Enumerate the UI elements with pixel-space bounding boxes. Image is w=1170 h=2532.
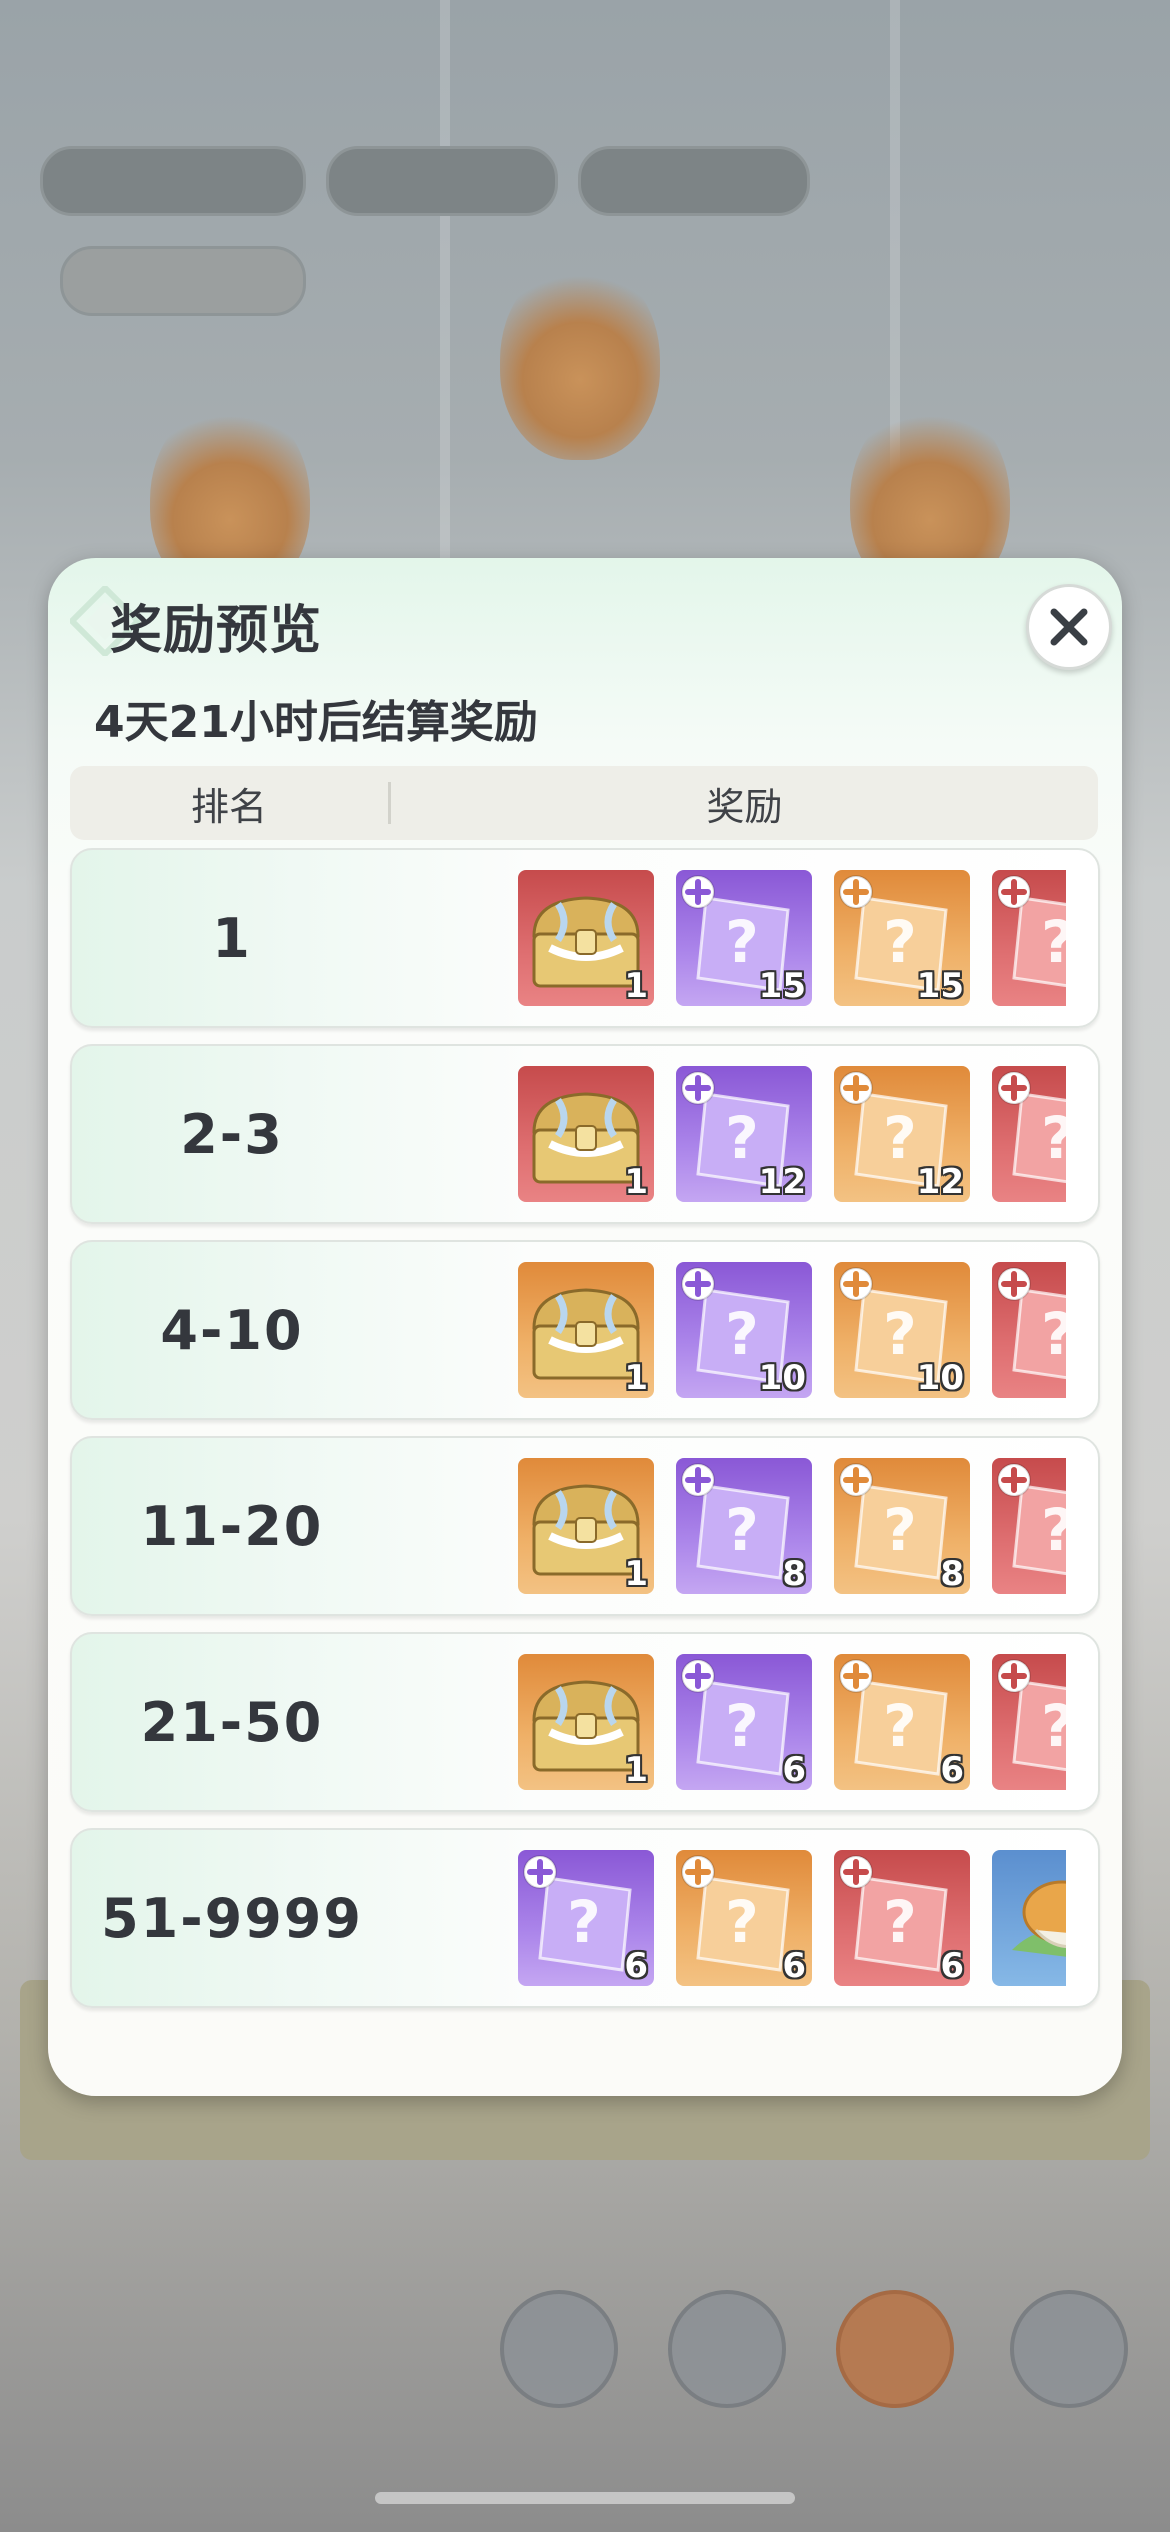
item-quantity: 6: [940, 1750, 964, 1790]
mystery-book-icon[interactable]: ?: [992, 1458, 1066, 1594]
item-quantity: 6: [782, 1946, 806, 1986]
svg-text:?: ?: [883, 1300, 917, 1368]
rank-range-label: 4-10: [160, 1298, 304, 1362]
mystery-book-icon[interactable]: ?: [992, 1654, 1066, 1790]
table-header: 排名 奖励: [70, 766, 1098, 840]
mystery-book-icon[interactable]: ? 6: [676, 1654, 812, 1790]
item-quantity: 15: [758, 966, 806, 1006]
svg-text:?: ?: [725, 1104, 759, 1172]
item-quantity: 12: [758, 1162, 806, 1202]
svg-text:?: ?: [1041, 1496, 1066, 1564]
svg-text:?: ?: [725, 1300, 759, 1368]
rank-range-label: 21-50: [140, 1690, 324, 1754]
item-quantity: 8: [782, 1554, 806, 1594]
reward-row: 4-10 1 ? 10 ? 10 ?: [70, 1240, 1100, 1420]
svg-text:?: ?: [1041, 1692, 1066, 1760]
item-quantity: 6: [782, 1750, 806, 1790]
background-resource-pill: [326, 146, 558, 216]
item-quantity: 10: [916, 1358, 964, 1398]
background-nav-button: [500, 2290, 618, 2408]
reward-row: 1 1 ? 15 ? 15 ?: [70, 848, 1100, 1028]
treasure-chest-icon[interactable]: 1: [518, 1262, 654, 1398]
svg-text:?: ?: [883, 1104, 917, 1172]
mystery-book-icon[interactable]: ? 6: [834, 1850, 970, 1986]
mystery-book-icon[interactable]: ? 12: [834, 1066, 970, 1202]
item-quantity: 1: [624, 966, 648, 1006]
reward-row: 11-20 1 ? 8 ? 8 ?: [70, 1436, 1100, 1616]
svg-text:?: ?: [1041, 908, 1066, 976]
reward-items-strip[interactable]: 1 ? 12 ? 12 ?: [518, 1066, 1066, 1204]
dialog-title: 奖励预览: [110, 601, 323, 661]
reward-row: 2-3 1 ? 12 ? 12 ?: [70, 1044, 1100, 1224]
close-button[interactable]: [1026, 584, 1112, 670]
treasure-chest-icon[interactable]: 1: [518, 1654, 654, 1790]
svg-text:?: ?: [1041, 1104, 1066, 1172]
background-resource-pill: [40, 146, 306, 216]
svg-text:?: ?: [883, 1692, 917, 1760]
reward-items-strip[interactable]: 1 ? 8 ? 8 ?: [518, 1458, 1066, 1596]
reward-items-strip[interactable]: ? 6 ? 6 ? 6 5: [518, 1850, 1066, 1988]
svg-text:?: ?: [883, 1888, 917, 1956]
mystery-book-icon[interactable]: ? 6: [676, 1850, 812, 1986]
item-quantity: 15: [916, 966, 964, 1006]
background-nav-button: [668, 2290, 786, 2408]
item-quantity: 1: [624, 1554, 648, 1594]
background-label-pill: [60, 246, 306, 316]
reward-items-strip[interactable]: 1 ? 10 ? 10 ?: [518, 1262, 1066, 1400]
column-header-rank: 排名: [190, 784, 267, 829]
reward-preview-dialog: 奖励预览 4天21小时后结算奖励 排名 奖励 1 1 ? 15 ? 15 ? 2…: [48, 558, 1122, 2096]
rank-range-label: 11-20: [140, 1494, 324, 1558]
svg-text:?: ?: [725, 1888, 759, 1956]
svg-text:?: ?: [725, 908, 759, 976]
background-pillar: [440, 0, 450, 560]
background-resource-pill: [578, 146, 810, 216]
mystery-book-icon[interactable]: ? 6: [834, 1654, 970, 1790]
mystery-book-icon[interactable]: ?: [992, 1066, 1066, 1202]
flower-bud-icon[interactable]: 5: [992, 1850, 1066, 1986]
svg-text:?: ?: [1041, 1300, 1066, 1368]
reward-items-strip[interactable]: 1 ? 6 ? 6 ?: [518, 1654, 1066, 1792]
treasure-chest-icon[interactable]: 1: [518, 1066, 654, 1202]
svg-text:?: ?: [883, 908, 917, 976]
column-header-reward: 奖励: [706, 784, 783, 829]
item-quantity: 1: [624, 1750, 648, 1790]
mystery-book-icon[interactable]: ? 6: [518, 1850, 654, 1986]
item-quantity: 6: [624, 1946, 648, 1986]
rank-range-label: 2-3: [180, 1102, 284, 1166]
mystery-book-icon[interactable]: ? 15: [834, 870, 970, 1006]
treasure-chest-icon[interactable]: 1: [518, 1458, 654, 1594]
background-nav-button: [836, 2290, 954, 2408]
svg-text:?: ?: [725, 1692, 759, 1760]
reward-items-strip[interactable]: 1 ? 15 ? 15 ?: [518, 870, 1066, 1008]
item-quantity: 1: [624, 1162, 648, 1202]
mystery-book-icon[interactable]: ? 8: [676, 1458, 812, 1594]
home-indicator[interactable]: [375, 2492, 795, 2504]
item-quantity: 12: [916, 1162, 964, 1202]
item-quantity: 6: [940, 1946, 964, 1986]
mystery-book-icon[interactable]: ? 12: [676, 1066, 812, 1202]
svg-text:?: ?: [883, 1496, 917, 1564]
item-quantity: 10: [758, 1358, 806, 1398]
settlement-countdown: 4天21小时后结算奖励: [94, 697, 538, 748]
close-icon: [1050, 608, 1088, 646]
svg-text:?: ?: [567, 1888, 601, 1956]
mystery-book-icon[interactable]: ? 15: [676, 870, 812, 1006]
reward-row: 21-50 1 ? 6 ? 6 ?: [70, 1632, 1100, 1812]
reward-row: 51-9999 ? 6 ? 6 ? 6 5: [70, 1828, 1100, 2008]
background-nav-button: [1010, 2290, 1128, 2408]
rank-range-label: 51-9999: [101, 1886, 363, 1950]
mystery-book-icon[interactable]: ?: [992, 870, 1066, 1006]
svg-text:?: ?: [725, 1496, 759, 1564]
mystery-book-icon[interactable]: ? 10: [676, 1262, 812, 1398]
item-quantity: 8: [940, 1554, 964, 1594]
treasure-chest-icon[interactable]: 1: [518, 870, 654, 1006]
mystery-book-icon[interactable]: ? 10: [834, 1262, 970, 1398]
background-flame-icon: [500, 260, 660, 460]
item-quantity: 1: [624, 1358, 648, 1398]
rank-range-label: 1: [212, 906, 252, 970]
mystery-book-icon[interactable]: ?: [992, 1262, 1066, 1398]
mystery-book-icon[interactable]: ? 8: [834, 1458, 970, 1594]
